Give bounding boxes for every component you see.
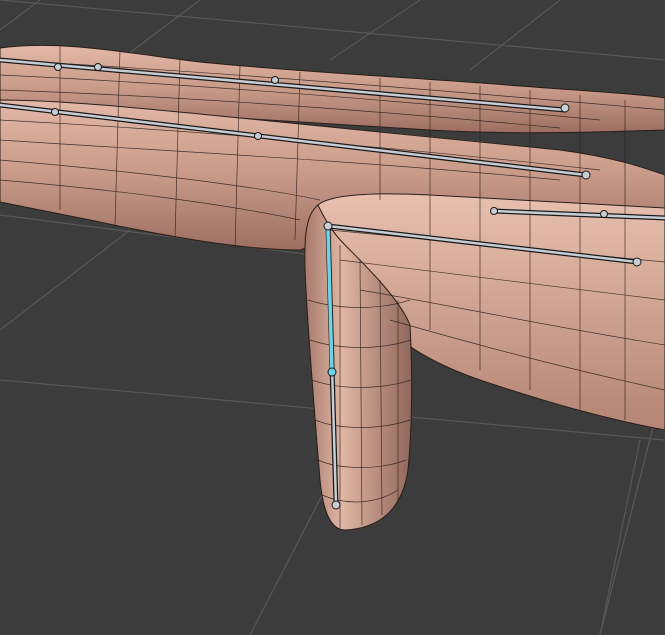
bone-joint[interactable] — [271, 76, 279, 84]
bone-joint[interactable] — [490, 207, 498, 215]
bone-joint[interactable] — [54, 63, 62, 71]
bone-joint[interactable] — [581, 170, 591, 180]
bone-joint[interactable] — [331, 500, 341, 510]
bone-joint[interactable] — [632, 257, 642, 267]
bone-joint[interactable] — [51, 108, 59, 116]
bone-joint[interactable] — [254, 132, 262, 140]
bone-joint[interactable] — [560, 103, 570, 113]
bone-joint-selected[interactable] — [327, 367, 337, 377]
bone-joint[interactable] — [323, 221, 333, 231]
bone-joint[interactable] — [94, 63, 102, 71]
viewport-canvas[interactable] — [0, 0, 665, 635]
bone-joint[interactable] — [600, 210, 608, 218]
3d-viewport[interactable] — [0, 0, 665, 635]
